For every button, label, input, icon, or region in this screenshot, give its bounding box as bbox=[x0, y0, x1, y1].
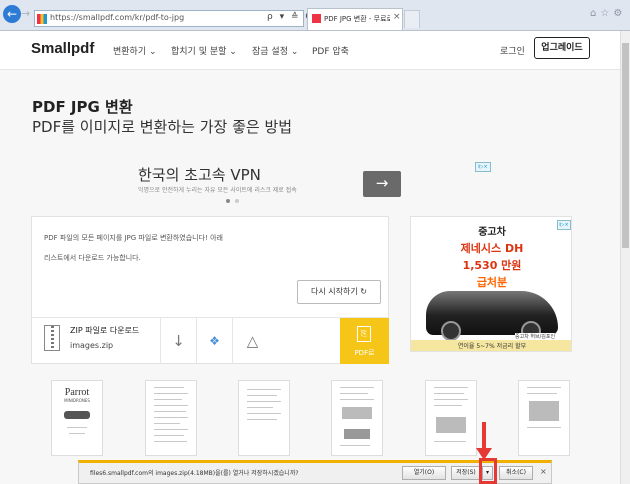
forward-button[interactable]: → bbox=[21, 7, 33, 21]
zip-file-icon bbox=[44, 325, 60, 351]
tab-favicon-icon bbox=[312, 14, 321, 23]
login-link[interactable]: 로그인 bbox=[500, 44, 525, 57]
car-ad-line1: 중고차 bbox=[478, 227, 506, 238]
page-thumbnail[interactable]: Parrot MINIDRONES bbox=[51, 380, 103, 456]
restart-button[interactable]: 다시 시작하기 ↻ bbox=[297, 280, 381, 304]
zip-stripe bbox=[51, 326, 54, 350]
save-button[interactable]: 저장(S) bbox=[451, 466, 481, 480]
close-icon[interactable]: × bbox=[540, 467, 547, 476]
page-thumbnail[interactable] bbox=[331, 380, 383, 456]
upgrade-button[interactable]: 업그레이드 bbox=[534, 37, 590, 59]
browser-home-fav-settings-icons[interactable]: ⌂☆⚙ bbox=[590, 8, 626, 19]
thumbnail-title: Parrot bbox=[64, 387, 90, 398]
download-prompt-text: files6.smallpdf.com의 images.zip(4.18MB)을… bbox=[90, 470, 299, 477]
adchoices-icon[interactable]: i▷× bbox=[475, 162, 491, 172]
vpn-ad-subtitle[interactable]: 익명으로 안전하게 누리는 자유 모든 사이트에 리스크 제로 접속 bbox=[138, 185, 297, 194]
car-wheel bbox=[441, 321, 461, 341]
to-pdf-button[interactable]: ⎘ PDF로 bbox=[340, 318, 389, 364]
tab-close-icon[interactable]: × bbox=[393, 12, 401, 22]
vpn-ad-arrow-button[interactable]: → bbox=[363, 171, 401, 197]
page-thumbnail[interactable] bbox=[518, 380, 570, 456]
result-message-line1: PDF 파일의 모든 페이지를 JPG 파일로 변환하였습니다! 아래 bbox=[44, 234, 223, 242]
nav-merge-split[interactable]: 합치기 및 분할 ⌄ bbox=[171, 44, 237, 57]
car-ad-line4: 급처분 bbox=[476, 276, 508, 289]
result-message-line2: 리스트에서 다운로드 가능합니다. bbox=[44, 254, 141, 262]
dropbox-icon[interactable]: ❖ bbox=[196, 318, 232, 364]
car-ad[interactable]: i▷× 중고차 제네시스 DH 1,530 만원 급처분 중고차 허브/김포인 … bbox=[410, 216, 572, 352]
nav-compress[interactable]: PDF 압축 bbox=[312, 44, 349, 57]
back-button[interactable]: ← bbox=[3, 5, 21, 23]
thumbnail-subtitle: MINIDRONES bbox=[64, 398, 90, 403]
car-ad-line3: 1,530 만원 bbox=[462, 259, 522, 272]
zip-filename[interactable]: images.zip bbox=[70, 341, 113, 350]
new-tab-button[interactable] bbox=[404, 10, 420, 28]
site-header: Smallpdf 변환하기 ⌄ 합치기 및 분할 ⌄ 잠금 설정 ⌄ PDF 압… bbox=[0, 31, 620, 70]
smallpdf-logo[interactable]: Smallpdf bbox=[31, 40, 94, 57]
url-text[interactable]: https://smallpdf.com/kr/pdf-to-jpg bbox=[50, 13, 184, 22]
result-panel: PDF 파일의 모든 페이지를 JPG 파일로 변환하였습니다! 아래 리스트에… bbox=[31, 216, 389, 364]
carousel-dot-active[interactable] bbox=[226, 199, 230, 203]
address-bar[interactable]: https://smallpdf.com/kr/pdf-to-jpg ρ ▾ ≙… bbox=[34, 10, 312, 27]
page-scrollbar[interactable] bbox=[620, 31, 630, 484]
pdf-icon: ⎘ bbox=[357, 326, 371, 342]
scroll-thumb[interactable] bbox=[622, 43, 629, 248]
carousel-dot[interactable] bbox=[235, 199, 239, 203]
google-drive-icon[interactable]: △ bbox=[232, 318, 272, 364]
annotation-highlight-box bbox=[479, 458, 497, 484]
page-subtitle: PDF를 이미지로 변환하는 가장 좋은 방법 bbox=[32, 118, 293, 136]
car-ad-line2: 제네시스 DH bbox=[460, 242, 524, 255]
tab-title[interactable]: PDF JPG 변환 - 무료로 온... bbox=[324, 14, 390, 24]
car-ad-footer: 연이율 5~7% 저금리 할부 bbox=[411, 340, 571, 351]
page-thumbnail[interactable] bbox=[425, 380, 477, 456]
nav-convert[interactable]: 변환하기 ⌄ bbox=[113, 44, 157, 57]
vpn-ad-title[interactable]: 한국의 초고속 VPN bbox=[138, 164, 261, 185]
browser-toolbar: ← → https://smallpdf.com/kr/pdf-to-jpg ρ… bbox=[0, 0, 630, 31]
car-ad-tag: 중고차 허브/김포인 bbox=[515, 333, 556, 340]
zip-download-title[interactable]: ZIP 파일로 다운로드 bbox=[70, 325, 139, 336]
page-thumbnail[interactable] bbox=[238, 380, 290, 456]
site-favicon-icon bbox=[37, 14, 47, 24]
drone-image bbox=[64, 411, 90, 419]
cancel-button[interactable]: 취소(C) bbox=[499, 466, 533, 480]
page-thumbnail[interactable] bbox=[145, 380, 197, 456]
to-pdf-label: PDF로 bbox=[354, 349, 375, 357]
open-button[interactable]: 열기(O) bbox=[402, 466, 446, 480]
nav-lock[interactable]: 잠금 설정 ⌄ bbox=[252, 44, 298, 57]
browser-tab[interactable]: PDF JPG 변환 - 무료로 온... × bbox=[307, 8, 403, 30]
page-title: PDF JPG 변환 bbox=[32, 98, 133, 116]
download-icon[interactable]: ↓ bbox=[160, 318, 196, 364]
